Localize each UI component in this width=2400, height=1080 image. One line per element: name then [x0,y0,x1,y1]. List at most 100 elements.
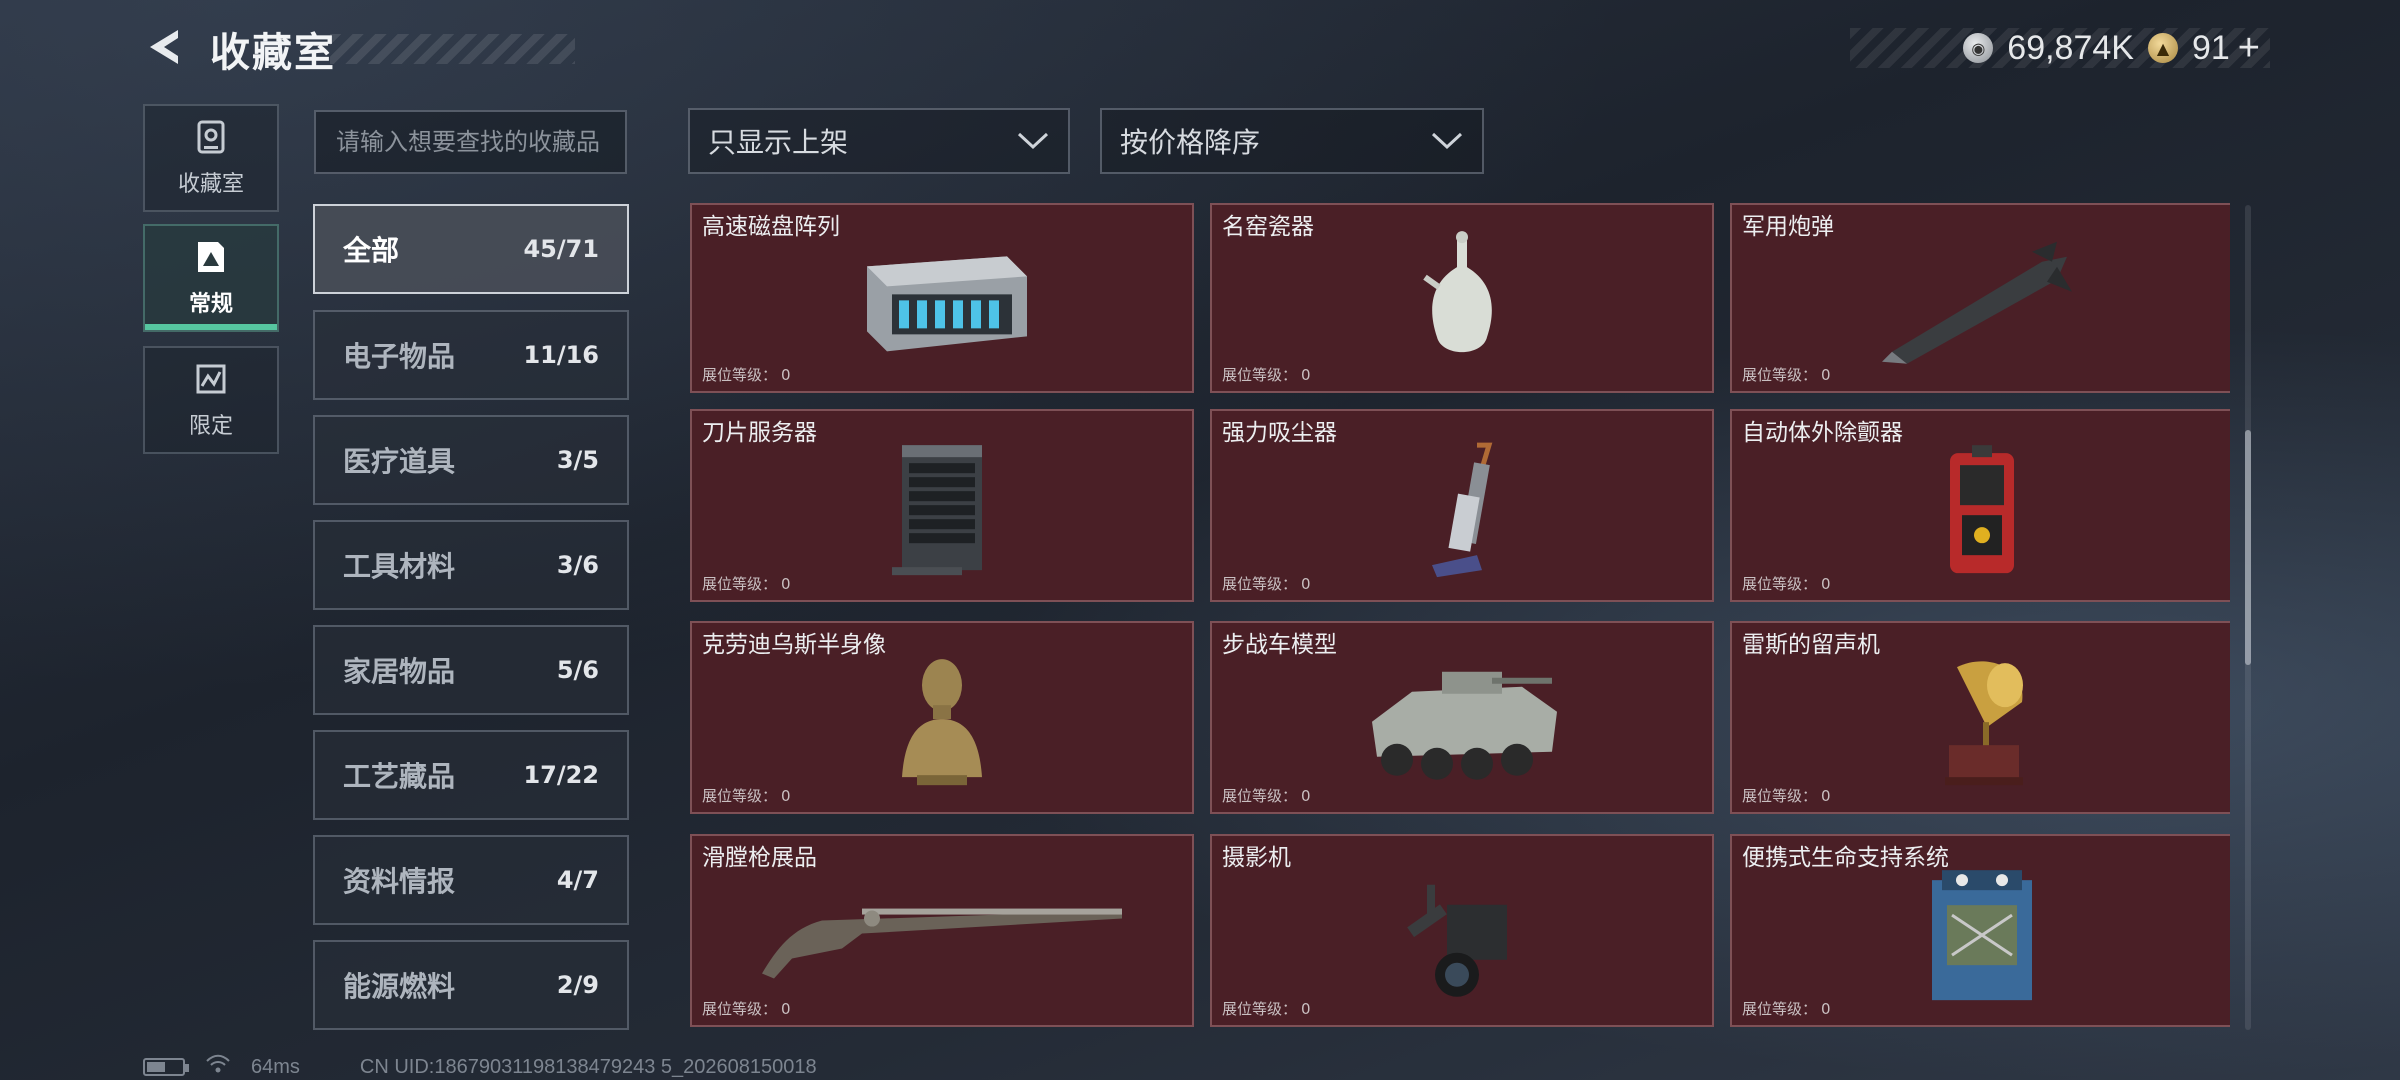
item-level: 展位等级： 0 [1222,1000,1311,1018]
item-card[interactable]: 摄影机 展位等级： 0 [1210,834,1714,1027]
limited-icon [194,360,228,398]
item-name: 刀片服务器 [702,420,817,446]
category-name: 家居物品 [343,655,456,688]
item-name: 名窑瓷器 [1222,214,1314,240]
uid-text: CN UID:18679031198138479243 5_2026081500… [359,1055,817,1078]
side-tab-label: 收藏室 [177,172,244,197]
item-name: 滑膛枪展品 [702,845,817,871]
status-footer: 64ms CN UID:18679031198138479243 5_20260… [143,1054,817,1080]
item-card[interactable]: 滑膛枪展品 展位等级： 0 [690,834,1194,1027]
defibrillator-icon [1932,435,2032,589]
category-energy[interactable]: 能源燃料 2/9 [313,940,629,1030]
item-name: 克劳迪乌斯半身像 [702,632,886,658]
item-name: 自动体外除颤器 [1742,420,1903,446]
item-name: 强力吸尘器 [1222,420,1337,446]
ifv-model-icon [1352,651,1572,795]
item-card[interactable]: 雷斯的留声机 展位等级： 0 [1730,621,2230,814]
category-crafts[interactable]: 工艺藏品 17/22 [313,730,629,820]
title-decoration [330,34,575,64]
category-count: 3/5 [556,446,599,474]
category-name: 电子物品 [343,340,456,373]
item-level: 展位等级： 0 [702,366,791,384]
item-level: 展位等级： 0 [702,1000,791,1018]
vault-icon [194,118,228,156]
item-level: 展位等级： 0 [1742,1000,1831,1018]
search-input[interactable] [314,110,627,174]
item-card[interactable]: 步战车模型 展位等级： 0 [1210,621,1714,814]
category-count: 11/16 [523,341,599,369]
item-name: 步战车模型 [1222,632,1337,658]
silver-currency-value: 69,874K [2007,28,2134,67]
item-level: 展位等级： 0 [1742,575,1831,593]
item-level: 展位等级： 0 [1222,575,1311,593]
side-tab-label: 常规 [188,292,233,317]
collection-grid: 高速磁盘阵列 展位等级： 0 名窑瓷器 展位等级： 0 军用炮弹 展位等级： 0 刀片… [688,203,2230,1033]
porcelain-vase-icon [1417,227,1507,381]
category-name: 资料情报 [343,865,456,898]
category-count: 3/6 [556,551,599,579]
item-level: 展位等级： 0 [702,787,791,805]
side-tab-vault[interactable]: 收藏室 [143,104,279,212]
vacuum-cleaner-icon [1417,435,1507,589]
item-card[interactable]: 名窑瓷器 展位等级： 0 [1210,203,1714,393]
back-arrow-icon [150,30,178,64]
item-card[interactable]: 自动体外除颤器 展位等级： 0 [1730,409,2230,602]
wifi-icon [205,1054,231,1080]
item-name: 摄影机 [1222,845,1291,871]
back-button[interactable] [140,22,190,72]
disk-array-icon [847,236,1037,370]
chevron-down-icon [1431,132,1463,150]
item-card[interactable]: 军用炮弹 展位等级： 0 [1730,203,2230,393]
category-count: 2/9 [556,971,599,999]
item-level: 展位等级： 0 [1742,787,1831,805]
sort-value: 按价格降序 [1120,126,1261,159]
artillery-shell-icon [1872,232,2092,376]
item-card[interactable]: 强力吸尘器 展位等级： 0 [1210,409,1714,602]
category-tools[interactable]: 工具材料 3/6 [313,520,629,610]
add-currency-button[interactable]: + [2238,27,2260,70]
item-level: 展位等级： 0 [1222,787,1311,805]
side-tab-regular[interactable]: 常规 [143,224,279,332]
collection-icon [194,238,228,276]
bust-statue-icon [887,647,997,801]
category-count: 4/7 [556,866,599,894]
item-card[interactable]: 便携式生命支持系统 展位等级： 0 [1730,834,2230,1027]
item-card[interactable]: 刀片服务器 展位等级： 0 [690,409,1194,602]
sort-dropdown[interactable]: 按价格降序 [1100,108,1484,174]
currency-bar: ◉ 69,874K ▲ 91 + [1850,27,2270,70]
page-title: 收藏室 [210,30,336,76]
category-household[interactable]: 家居物品 5/6 [313,625,629,715]
life-support-icon [1912,860,2052,1014]
gramophone-icon [1927,647,2037,801]
battery-icon [143,1058,189,1076]
blade-server-icon [887,435,997,589]
category-intel[interactable]: 资料情报 4/7 [313,835,629,925]
video-camera-icon [1387,864,1537,1008]
category-electronics[interactable]: 电子物品 11/16 [313,310,629,400]
category-count: 45/71 [523,235,599,263]
item-level: 展位等级： 0 [1742,366,1831,384]
category-all[interactable]: 全部 45/71 [313,204,629,294]
gold-currency-value: 91 [2191,28,2230,67]
item-card[interactable]: 克劳迪乌斯半身像 展位等级： 0 [690,621,1194,814]
ping-value: 64ms [251,1055,300,1078]
item-card[interactable]: 高速磁盘阵列 展位等级： 0 [690,203,1194,393]
grid-scrollbar-thumb[interactable] [2245,430,2251,665]
category-name: 工具材料 [343,550,456,583]
side-tab-label: 限定 [188,414,233,439]
listing-filter-dropdown[interactable]: 只显示上架 [688,108,1070,174]
silver-coin-icon: ◉ [1963,33,1994,63]
item-name: 军用炮弹 [1742,214,1834,240]
category-name: 工艺藏品 [343,760,456,793]
category-medical[interactable]: 医疗道具 3/5 [313,415,629,505]
listing-filter-value: 只显示上架 [708,126,849,159]
category-name: 全部 [343,234,400,267]
category-name: 医疗道具 [343,445,456,478]
side-tab-limited[interactable]: 限定 [143,346,279,454]
item-level: 展位等级： 0 [1222,366,1311,384]
category-count: 5/6 [556,656,599,684]
item-name: 高速磁盘阵列 [702,214,840,240]
category-count: 17/22 [523,761,599,789]
gold-coin-icon: ▲ [2147,33,2178,63]
category-name: 能源燃料 [343,970,456,1003]
